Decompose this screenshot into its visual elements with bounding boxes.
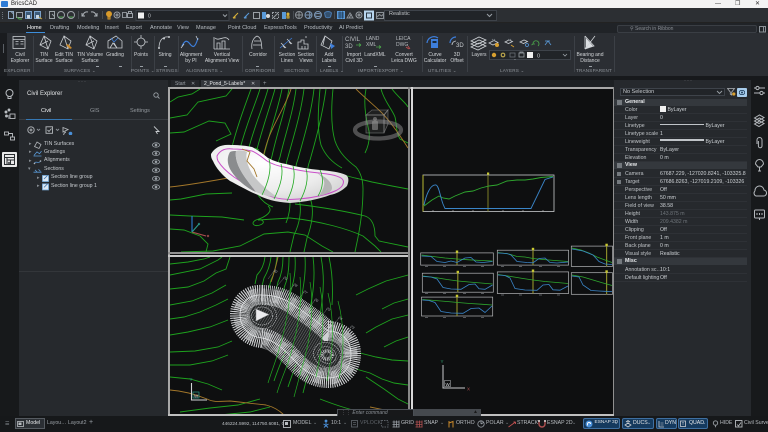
- svg-text:0: 0: [148, 14, 151, 20]
- svg-text:Y: Y: [441, 359, 444, 364]
- svg-text:30: 30: [272, 269, 278, 275]
- svg-text:CIVIL: CIVIL: [345, 37, 361, 43]
- svg-text:X: X: [467, 387, 470, 392]
- svg-text:3D: 3D: [456, 43, 464, 49]
- svg-text:28: 28: [292, 282, 298, 288]
- svg-text:25: 25: [325, 306, 331, 312]
- svg-text:XML: XML: [366, 42, 377, 48]
- svg-text:0: 0: [537, 54, 540, 60]
- svg-text:Y: Y: [190, 377, 193, 382]
- svg-text:3D: 3D: [345, 44, 353, 50]
- svg-text:26: 26: [313, 297, 319, 303]
